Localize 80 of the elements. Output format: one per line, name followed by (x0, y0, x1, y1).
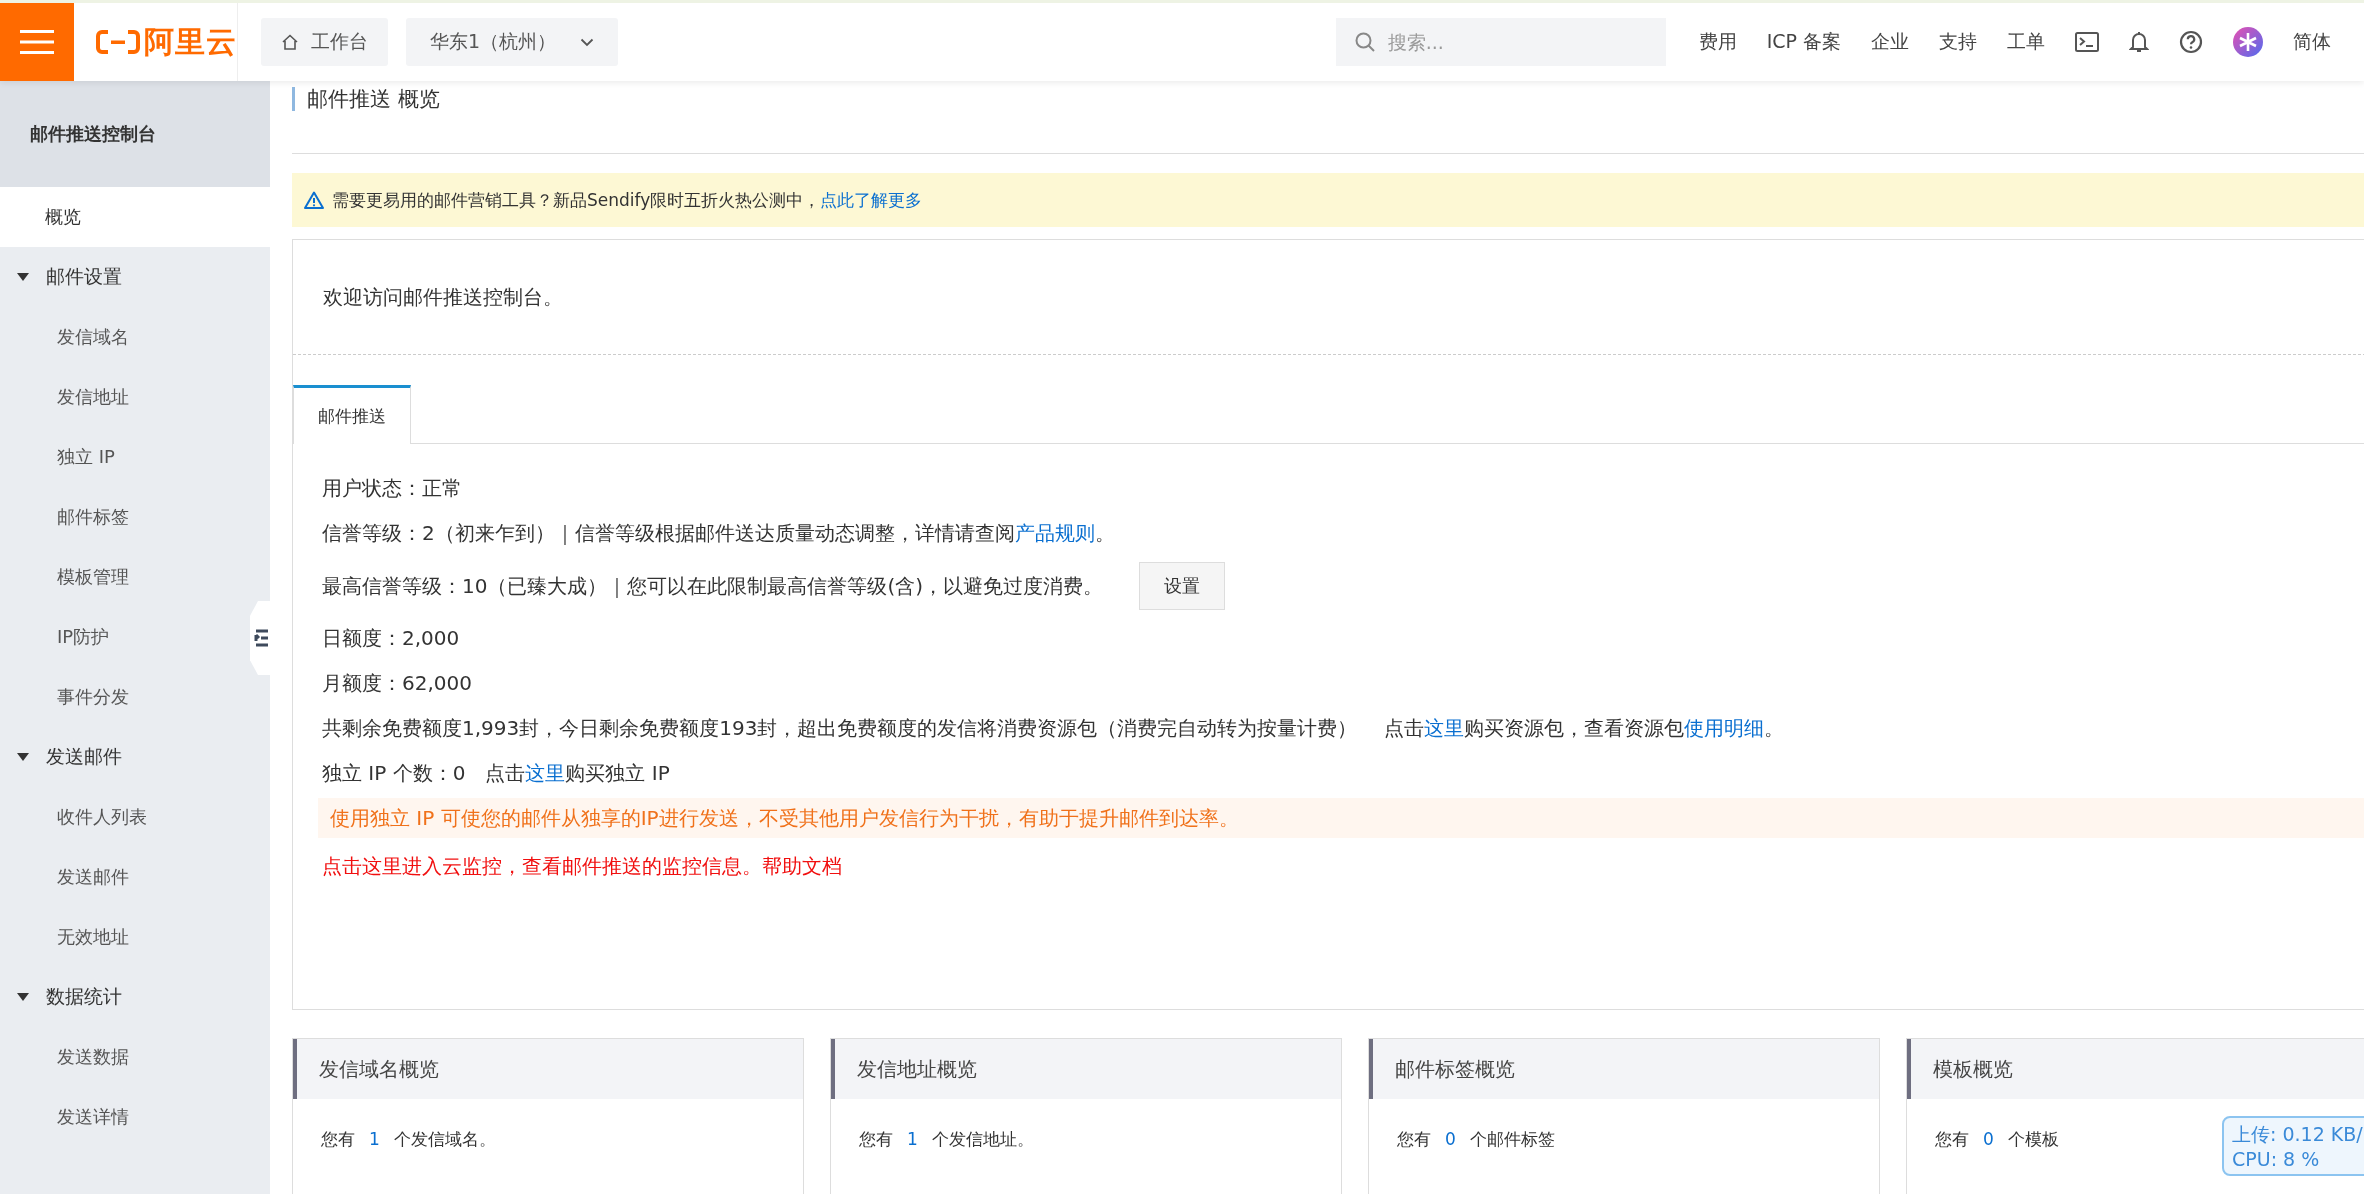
info-text: 独立 IP 个数：0 点击这里购买独立 IP (322, 760, 670, 787)
sidebar-item[interactable]: 收件人列表 (0, 787, 248, 847)
chevron-down-icon (580, 37, 595, 47)
avatar-icon[interactable] (2233, 27, 2263, 57)
group-label: 邮件设置 (46, 264, 122, 289)
collapse-handle[interactable] (250, 601, 270, 675)
card-title: 模板概览 (1933, 1055, 2013, 1083)
terminal-icon[interactable] (2075, 32, 2099, 52)
banner-text: 需要更易用的邮件营销工具？新品Sendify限时五折火热公测中，点此了解更多 (332, 188, 923, 212)
info-text: 共剩余免费额度1,993封，今日剩余免费额度193封，超出免费额度的发信将消费资源包（消费完自动转为按量计费） 点击这里购买资源包，查看资源包使用明细。 (322, 715, 1784, 742)
card-title: 发信域名概览 (319, 1055, 439, 1083)
sidebar-item[interactable]: 独立 IP (0, 427, 248, 487)
sidebar-item[interactable]: 发送数据 (0, 1027, 248, 1087)
sidebar-group[interactable]: 发送邮件 (0, 727, 270, 787)
sidebar-group[interactable]: 邮件设置 (0, 247, 270, 307)
info-text: 月额度：62,000 (322, 670, 472, 697)
notice-message: 使用独立 IP 可使您的邮件从独享的IP进行发送，不受其他用户发信行为干扰，有助于提升邮件到达率。 (329, 804, 1239, 832)
sidebar-item[interactable]: 发信域名 (0, 307, 248, 367)
bell-icon[interactable] (2129, 30, 2149, 54)
nav-link[interactable]: 企业 (1871, 29, 1909, 55)
home-icon (281, 33, 299, 51)
language-link[interactable]: 简体 (2293, 29, 2331, 55)
sidebar-item[interactable]: 发送详情 (0, 1087, 248, 1147)
sidebar-title: 邮件推送控制台 (30, 122, 156, 146)
sidebar-item[interactable]: 概览 (0, 187, 270, 247)
card-text: 个发信地址。 (931, 1127, 1034, 1151)
logo-icon (96, 29, 140, 55)
card-text: 个模板 (2007, 1127, 2059, 1151)
nav-link[interactable]: 工单 (2007, 29, 2045, 55)
info-text: 最高信誉等级：10（已臻大成）｜您可以在此限制最高信誉等级(含)，以避免过度消费。 (322, 572, 1104, 600)
inline-link[interactable]: 这里 (525, 761, 566, 785)
upload-speed: 上传: 0.12 KB/ (2232, 1122, 2364, 1147)
card-text: 您有 (859, 1127, 893, 1151)
card-text: 个发信域名。 (393, 1127, 496, 1151)
count-link[interactable]: 0 (1445, 1129, 1456, 1149)
workbench-button[interactable]: 工作台 (261, 18, 388, 66)
inline-link[interactable]: 产品规则 (1014, 521, 1095, 545)
warning-icon (304, 191, 324, 209)
nav-link[interactable]: ICP 备案 (1766, 29, 1841, 55)
card-title: 发信地址概览 (857, 1055, 977, 1083)
sidebar-item[interactable]: IP防护 (0, 607, 248, 667)
card-title: 邮件标签概览 (1395, 1055, 1515, 1083)
card-text: 您有 (1397, 1127, 1431, 1151)
info-text: 信誉等级：2（初来乍到）｜信誉等级根据邮件送达质量动态调整，详情请查阅产品规则。 (322, 520, 1115, 547)
inline-link[interactable]: 这里 (1423, 716, 1464, 740)
sidebar-group[interactable]: 数据统计 (0, 967, 270, 1027)
tab[interactable]: 邮件推送 (293, 385, 411, 444)
group-label: 发送邮件 (46, 744, 122, 769)
alert-link[interactable]: 点击这里进入云监控，查看邮件推送的监控信息。帮助文档 (322, 853, 842, 880)
region-dropdown[interactable]: 华东1（杭州） (406, 18, 619, 66)
nav-link[interactable]: 支持 (1939, 29, 1977, 55)
sidebar-item[interactable]: 发信地址 (0, 367, 248, 427)
menu-button[interactable] (0, 3, 74, 81)
banner-link[interactable]: 点此了解更多 (820, 189, 923, 210)
count-link[interactable]: 0 (1983, 1129, 1994, 1149)
collapse-icon (254, 629, 270, 647)
settings-button[interactable]: 设置 (1139, 562, 1226, 610)
card-text: 您有 (321, 1127, 355, 1151)
menu-icon (20, 29, 54, 55)
card-text: 个邮件标签 (1469, 1127, 1555, 1151)
logo-text: 阿里云 (144, 22, 237, 61)
help-icon[interactable] (2179, 30, 2203, 54)
group-label: 数据统计 (46, 984, 122, 1009)
sidebar-item[interactable]: 模板管理 (0, 547, 248, 607)
count-link[interactable]: 1 (369, 1129, 380, 1149)
info-text: 日额度：2,000 (322, 625, 460, 652)
info-text: 用户状态：正常 (322, 475, 462, 502)
sidebar-item[interactable]: 事件分发 (0, 667, 248, 727)
count-link[interactable]: 1 (907, 1129, 918, 1149)
page-title: 邮件推送 概览 (292, 87, 440, 111)
inline-link[interactable]: 使用明细 (1683, 716, 1764, 740)
card-text: 您有 (1935, 1127, 1969, 1151)
welcome-text: 欢迎访问邮件推送控制台。 (323, 283, 563, 311)
sidebar-item[interactable]: 邮件标签 (0, 487, 248, 547)
sidebar-item[interactable]: 无效地址 (0, 907, 248, 967)
cpu-usage: CPU: 8 % (2232, 1148, 2321, 1170)
search-field[interactable]: 搜索... (1335, 18, 1666, 66)
search-icon (1353, 31, 1376, 53)
nav-link[interactable]: 费用 (1698, 29, 1737, 55)
sidebar-item[interactable]: 发送邮件 (0, 847, 248, 907)
